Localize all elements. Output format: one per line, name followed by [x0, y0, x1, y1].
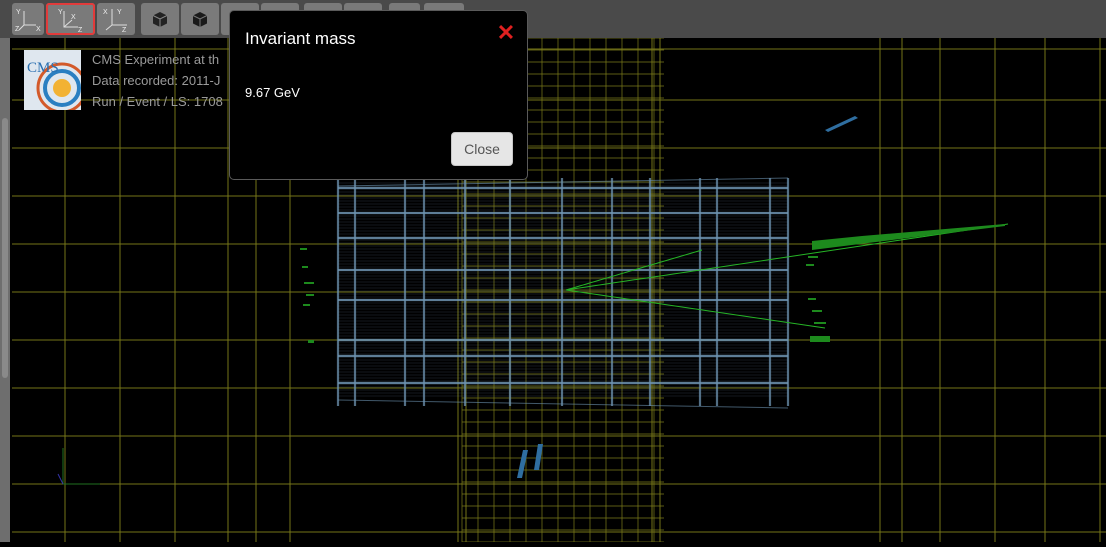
close-button[interactable]: Close — [451, 132, 513, 166]
toolbar: Y Z X Y X Z X Y Z — [0, 0, 1106, 38]
view-xy-button[interactable]: X Y Z — [97, 3, 135, 35]
svg-text:Y: Y — [58, 9, 63, 16]
cms-logo: CMS — [24, 50, 88, 114]
axis-xy-icon: X Y Z — [103, 9, 127, 34]
svg-text:X: X — [36, 26, 41, 33]
axis-xz-icon: Y X Z — [58, 9, 83, 34]
cube-icon — [152, 12, 168, 27]
view-yz-button[interactable]: Y Z X — [12, 3, 44, 35]
invariant-mass-value: 9.67 GeV — [245, 85, 300, 100]
view-xz-button[interactable]: Y X Z — [46, 3, 95, 35]
svg-text:CMS: CMS — [27, 60, 59, 76]
svg-text:Z: Z — [78, 27, 83, 34]
svg-text:Z: Z — [15, 26, 20, 33]
dialog-title: Invariant mass — [245, 29, 356, 48]
svg-text:X: X — [103, 9, 108, 16]
detector-wireframe — [336, 177, 790, 409]
svg-text:Z: Z — [122, 27, 127, 34]
perspective-view-button[interactable] — [141, 3, 179, 35]
left-scrollbar[interactable] — [0, 38, 10, 542]
experiment-label: CMS Experiment at th — [92, 52, 220, 67]
data-recorded-label: Data recorded: 2011-J — [92, 73, 221, 88]
event-display-viewport[interactable] — [0, 37, 1106, 543]
scrollbar-thumb[interactable] — [2, 118, 8, 378]
svg-text:X: X — [71, 14, 76, 21]
close-icon[interactable]: ✕ — [496, 22, 516, 44]
axis-gizmo — [57, 448, 100, 485]
axis-yz-icon: Y Z X — [15, 9, 41, 33]
run-event-label: Run / Event / LS: 1708 — [92, 94, 223, 109]
orthographic-view-button[interactable] — [181, 3, 219, 35]
cube-solid-icon — [192, 12, 208, 27]
svg-text:Y: Y — [117, 9, 122, 16]
svg-text:Y: Y — [16, 9, 21, 16]
invariant-mass-dialog: Invariant mass ✕ 9.67 GeV Close — [229, 10, 528, 180]
